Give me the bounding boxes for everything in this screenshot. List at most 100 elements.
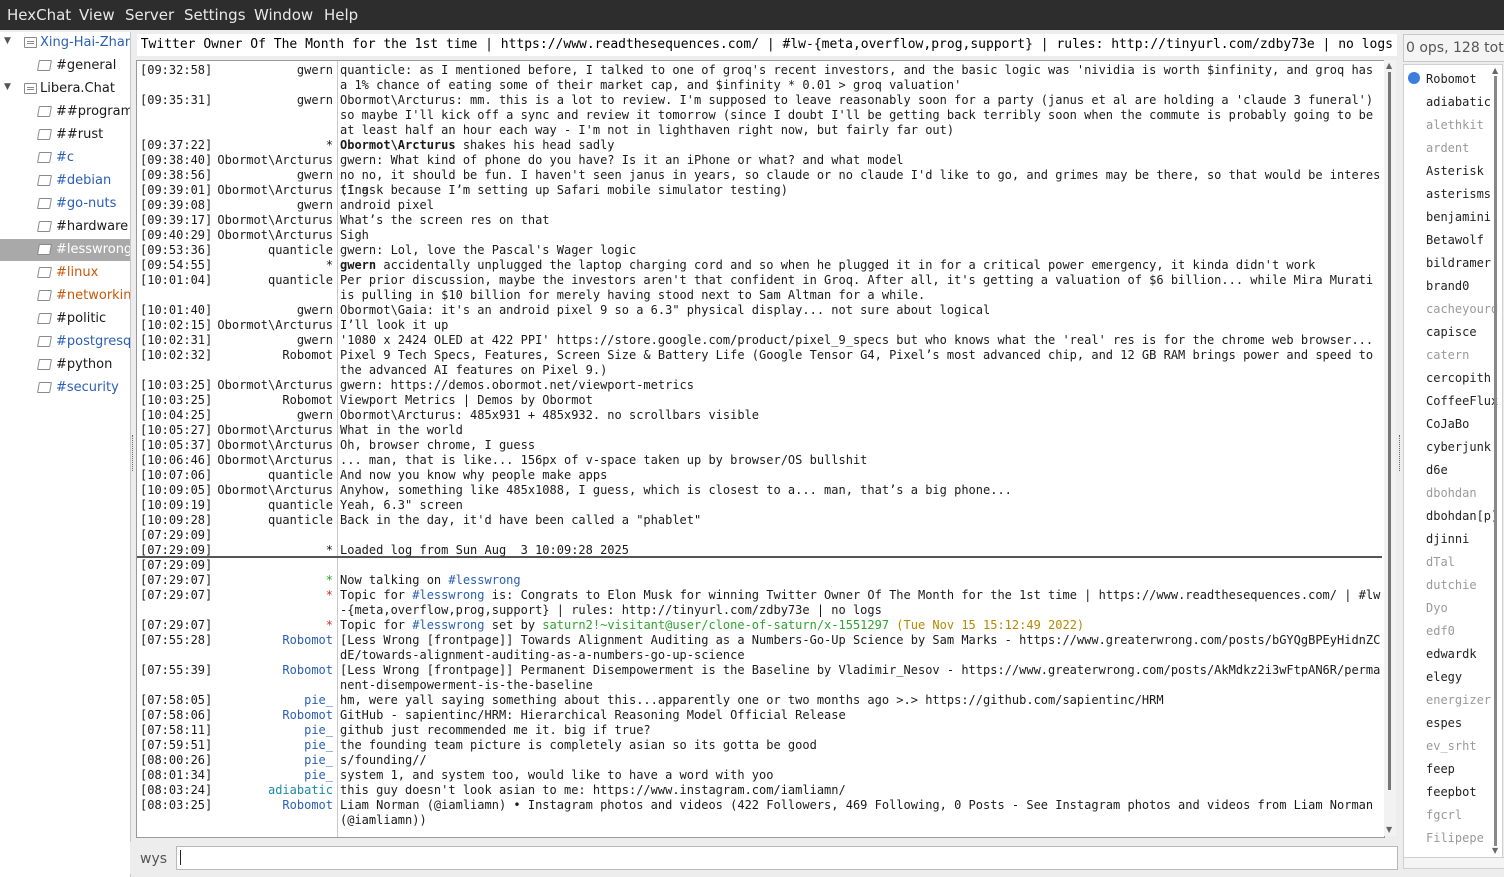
userlist-scroll-up-icon[interactable]: ▲ bbox=[1492, 66, 1498, 75]
user-list[interactable]: Robomot adiabatic alethkit ardent Asterisk as… bbox=[1403, 64, 1503, 866]
channel-item[interactable]: #python bbox=[0, 354, 130, 376]
menu-server[interactable]: Server bbox=[125, 6, 174, 24]
user-item[interactable]: ardent bbox=[1426, 141, 1469, 155]
nick[interactable]: Robomot bbox=[282, 798, 333, 812]
nick[interactable]: * bbox=[326, 138, 333, 152]
menu-window[interactable]: Window bbox=[254, 6, 313, 24]
user-item[interactable]: feepbot bbox=[1426, 785, 1477, 799]
scroll-down-arrow-icon[interactable]: ▼ bbox=[1386, 825, 1392, 834]
nick[interactable]: gwern bbox=[297, 93, 333, 107]
nick[interactable]: Obormot\Arcturus bbox=[217, 423, 333, 437]
topic-setter[interactable]: saturn2!~visitant@user/clone-of-saturn/x… bbox=[542, 618, 889, 632]
nick[interactable]: gwern bbox=[297, 303, 333, 317]
userlist-resize-handle[interactable] bbox=[1399, 435, 1402, 471]
user-item[interactable]: Robomot bbox=[1426, 72, 1477, 86]
channel-item[interactable]: #go-nuts bbox=[0, 193, 130, 215]
user-item[interactable]: djinni bbox=[1426, 532, 1469, 546]
user-item[interactable]: benjamini bbox=[1426, 210, 1491, 224]
channel-link[interactable]: #lesswrong bbox=[412, 588, 484, 602]
user-item[interactable]: alethkit bbox=[1426, 118, 1484, 132]
chat-scroll-thumb[interactable] bbox=[1388, 72, 1391, 790]
user-item[interactable]: cacheyourd bbox=[1426, 302, 1498, 316]
nick[interactable]: Robomot bbox=[282, 393, 333, 407]
nick[interactable]: quanticle bbox=[268, 273, 333, 287]
nick[interactable]: pie_ bbox=[304, 738, 333, 752]
user-item[interactable]: Dyo bbox=[1426, 601, 1448, 615]
user-item[interactable]: espes bbox=[1426, 716, 1462, 730]
nick[interactable]: Obormot\Arcturus bbox=[217, 453, 333, 467]
user-item[interactable]: brand0 bbox=[1426, 279, 1469, 293]
network-item[interactable]: ▼ Xing-Hai-Zhan bbox=[0, 32, 130, 54]
user-item[interactable]: dbohdan[p] bbox=[1426, 509, 1498, 523]
nick[interactable]: * bbox=[326, 618, 333, 632]
channel-link[interactable]: #lesswrong bbox=[448, 573, 520, 587]
nick[interactable]: Obormot\Arcturus bbox=[217, 483, 333, 497]
channel-item[interactable]: #politic bbox=[0, 308, 130, 330]
user-item[interactable]: dTal bbox=[1426, 555, 1455, 569]
channel-item[interactable]: #security bbox=[0, 377, 130, 399]
nick[interactable]: quanticle bbox=[268, 243, 333, 257]
nick[interactable]: Robomot bbox=[282, 663, 333, 677]
user-item[interactable]: energizer bbox=[1426, 693, 1491, 707]
menu-hexchat[interactable]: HexChat bbox=[7, 6, 71, 24]
channel-item[interactable]: #postgresql bbox=[0, 331, 130, 353]
action-nick[interactable]: gwern bbox=[340, 258, 376, 272]
user-item[interactable]: ev_srht bbox=[1426, 739, 1477, 753]
nick[interactable]: Obormot\Arcturus bbox=[217, 213, 333, 227]
menu-help[interactable]: Help bbox=[324, 6, 358, 24]
user-item[interactable]: feep bbox=[1426, 762, 1455, 776]
nick[interactable]: quanticle bbox=[268, 513, 333, 527]
nick[interactable]: * bbox=[326, 588, 333, 602]
chat-scrollbar[interactable]: ▲ ▼ bbox=[1384, 60, 1396, 836]
user-item[interactable]: asterisms bbox=[1426, 187, 1491, 201]
channel-item[interactable]: #debian bbox=[0, 170, 130, 192]
user-item[interactable]: elegy bbox=[1426, 670, 1462, 684]
channel-item[interactable]: ##rust bbox=[0, 124, 130, 146]
nick[interactable]: * bbox=[326, 543, 333, 557]
user-item[interactable]: Asterisk bbox=[1426, 164, 1484, 178]
user-item[interactable]: edf0 bbox=[1426, 624, 1455, 638]
nick[interactable]: gwern bbox=[297, 63, 333, 77]
user-item[interactable]: dbohdan bbox=[1426, 486, 1477, 500]
user-item[interactable]: capisce bbox=[1426, 325, 1477, 339]
nick[interactable]: Robomot bbox=[282, 348, 333, 362]
nick[interactable]: gwern bbox=[297, 168, 333, 182]
userlist-scroll-thumb[interactable] bbox=[1494, 76, 1497, 846]
user-item[interactable]: catern bbox=[1426, 348, 1469, 362]
userlist-scroll-down-icon[interactable]: ▼ bbox=[1492, 846, 1498, 855]
channel-item[interactable]: #c bbox=[0, 147, 130, 169]
user-item[interactable]: Filipepe bbox=[1426, 831, 1484, 845]
nick[interactable]: Obormot\Arcturus bbox=[217, 378, 333, 392]
user-item[interactable]: d6e bbox=[1426, 463, 1448, 477]
scroll-up-arrow-icon[interactable]: ▲ bbox=[1386, 61, 1392, 70]
user-item[interactable]: edwardk bbox=[1426, 647, 1477, 661]
tree-resize-handle[interactable] bbox=[132, 435, 135, 471]
channel-item[interactable]: ##programming bbox=[0, 101, 130, 123]
nick-button[interactable]: wys bbox=[140, 851, 167, 867]
chat-log[interactable]: [09:32:58] gwern quanticle: as I mentioned… bbox=[136, 60, 1385, 838]
nick[interactable]: Obormot\Arcturus bbox=[217, 438, 333, 452]
nick[interactable]: * bbox=[326, 258, 333, 272]
nick[interactable]: quanticle bbox=[268, 498, 333, 512]
channel-item[interactable]: #networking bbox=[0, 285, 130, 307]
network-item[interactable]: ▼ Libera.Chat bbox=[0, 78, 130, 100]
user-item[interactable]: dutchie bbox=[1426, 578, 1477, 592]
menu-settings[interactable]: Settings bbox=[184, 6, 246, 24]
channel-item[interactable]: #hardware bbox=[0, 216, 130, 238]
user-item[interactable]: Betawolf bbox=[1426, 233, 1484, 247]
nick[interactable]: pie_ bbox=[304, 753, 333, 767]
nick[interactable]: gwern bbox=[297, 198, 333, 212]
nick[interactable]: Robomot bbox=[282, 708, 333, 722]
user-item[interactable]: adiabatic bbox=[1426, 95, 1491, 109]
nick[interactable]: quanticle bbox=[268, 468, 333, 482]
userlist-scrollbar[interactable]: ▲ ▼ bbox=[1490, 64, 1502, 857]
topic-bar[interactable]: n Musk for winning Twitter Owner Of The … bbox=[137, 34, 1397, 56]
expand-arrow-icon[interactable]: ▼ bbox=[4, 36, 11, 46]
message-input[interactable] bbox=[176, 846, 1398, 870]
nick[interactable]: adiabatic bbox=[268, 783, 333, 797]
nick[interactable]: * bbox=[326, 573, 333, 587]
nick[interactable]: pie_ bbox=[304, 768, 333, 782]
nick[interactable]: pie_ bbox=[304, 723, 333, 737]
user-item[interactable]: bildramer bbox=[1426, 256, 1491, 270]
user-item[interactable]: cyberjunk bbox=[1426, 440, 1491, 454]
